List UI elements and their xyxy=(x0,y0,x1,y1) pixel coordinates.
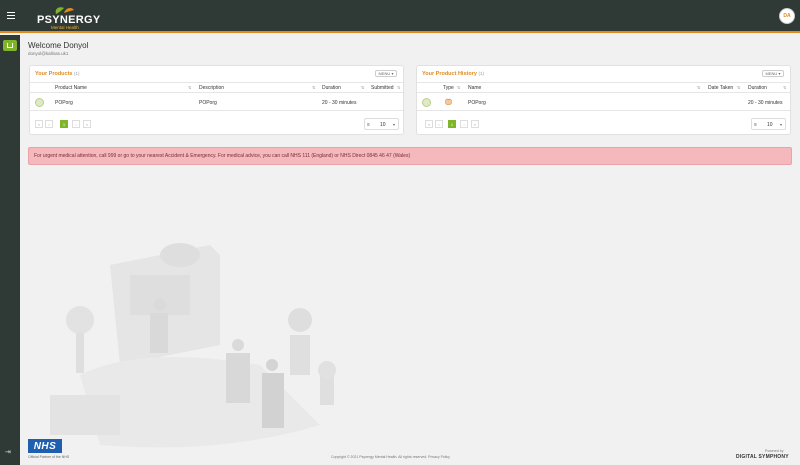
sort-icon[interactable]: ⇅ xyxy=(697,85,700,90)
history-count: (1) xyxy=(478,71,484,76)
sort-icon[interactable]: ⇅ xyxy=(188,85,191,90)
history-table-header: Type ⇅ Name ⇅ Date Taken ⇅ Duration ⇅ xyxy=(417,82,790,93)
page-size-value: 10 xyxy=(767,122,773,128)
history-title: Your Product History (1) xyxy=(422,71,484,77)
history-title-text: Your Product History xyxy=(422,71,477,77)
sort-icon[interactable]: ⇅ xyxy=(397,85,400,90)
page-prev-button[interactable]: ‹ xyxy=(45,120,53,128)
column-name[interactable]: Name xyxy=(468,85,481,91)
products-title-text: Your Products xyxy=(35,71,73,77)
page-current[interactable]: 1 xyxy=(448,120,456,128)
product-icon xyxy=(422,98,431,107)
history-name-cell: POPorg xyxy=(468,100,486,106)
column-duration[interactable]: Duration xyxy=(748,85,767,91)
page-current[interactable]: 1 xyxy=(60,120,68,128)
page-size-select[interactable]: ≡ 10 ▾ xyxy=(751,118,786,130)
products-menu-label: MENU xyxy=(378,71,391,76)
nhs-partner-text: Official Partner of the NHS xyxy=(28,455,70,459)
page-first-button[interactable]: « xyxy=(425,120,433,128)
description-cell: POPorg xyxy=(199,100,217,106)
page-size-select[interactable]: ≡ 10 ▾ xyxy=(364,118,399,130)
page-size-value: 10 xyxy=(380,122,386,128)
powered-by-text: Powered by xyxy=(765,449,784,453)
list-icon: ≡ xyxy=(367,122,370,128)
avatar[interactable]: DA xyxy=(779,8,795,24)
chevron-down-icon: ▾ xyxy=(392,122,395,127)
user-email: donyol@kallnas.uk1 xyxy=(28,51,69,56)
top-bar: PSYNERGY Mental Health DA xyxy=(0,0,800,33)
sort-icon[interactable]: ⇅ xyxy=(737,85,740,90)
products-panel: Your Products (1) MENU ▾ Product Name ⇅ … xyxy=(29,65,404,135)
copyright-text: Copyright © 2021 Psynergy Mental Health.… xyxy=(331,455,450,459)
page-next-button[interactable]: › xyxy=(460,120,468,128)
digital-symphony-logo: DIGITAL SYMPHONY xyxy=(736,454,789,460)
column-date-taken[interactable]: Date Taken xyxy=(708,85,733,91)
products-title: Your Products (1) xyxy=(35,71,80,77)
column-type[interactable]: Type xyxy=(443,85,454,91)
page-first-button[interactable]: « xyxy=(35,120,43,128)
table-row[interactable]: POPorg 20 - 30 minutes xyxy=(417,94,790,111)
history-menu-button[interactable]: MENU ▾ xyxy=(762,70,784,77)
sidebar-item-home[interactable] xyxy=(3,40,17,51)
history-menu-label: MENU xyxy=(765,71,778,76)
products-count: (1) xyxy=(74,71,80,76)
column-product-name[interactable]: Product Name xyxy=(55,85,87,91)
app-logo[interactable]: PSYNERGY Mental Health xyxy=(34,6,100,30)
page-last-button[interactable]: » xyxy=(83,120,91,128)
duration-cell: 20 - 30 minutes xyxy=(322,100,357,106)
column-duration[interactable]: Duration xyxy=(322,85,341,91)
page-next-button[interactable]: › xyxy=(72,120,80,128)
history-panel: Your Product History (1) MENU ▾ Type ⇅ N… xyxy=(416,65,791,135)
alert-text: For urgent medical attention, call 999 o… xyxy=(34,153,411,159)
logout-icon[interactable]: ⇥ xyxy=(5,448,11,456)
products-menu-button[interactable]: MENU ▾ xyxy=(375,70,397,77)
product-name-cell: POPorg xyxy=(55,100,73,106)
brain-type-icon xyxy=(445,98,452,105)
duration-cell: 20 - 30 minutes xyxy=(748,100,783,106)
list-icon: ≡ xyxy=(754,122,757,128)
column-submitted[interactable]: Submitted xyxy=(371,85,394,91)
product-icon xyxy=(35,98,44,107)
column-description[interactable]: Description xyxy=(199,85,224,91)
office-illustration xyxy=(50,243,336,448)
urgent-care-alert: For urgent medical attention, call 999 o… xyxy=(28,147,792,165)
chevron-down-icon: ▾ xyxy=(779,122,782,127)
nhs-logo: NHS xyxy=(28,439,62,453)
sort-icon[interactable]: ⇅ xyxy=(783,85,786,90)
home-icon xyxy=(7,43,13,48)
logo-subtitle: Mental Health xyxy=(51,25,79,30)
table-row[interactable]: POPorg POPorg 20 - 30 minutes xyxy=(30,94,403,111)
page-prev-button[interactable]: ‹ xyxy=(435,120,443,128)
sort-icon[interactable]: ⇅ xyxy=(457,85,460,90)
hamburger-icon[interactable] xyxy=(7,12,15,20)
sidebar: ⇥ xyxy=(0,35,20,465)
page-last-button[interactable]: » xyxy=(471,120,479,128)
sort-icon[interactable]: ⇅ xyxy=(312,85,315,90)
sort-icon[interactable]: ⇅ xyxy=(361,85,364,90)
products-table-header: Product Name ⇅ Description ⇅ Duration ⇅ … xyxy=(30,82,403,93)
page-title: Welcome Donyol xyxy=(28,41,89,50)
